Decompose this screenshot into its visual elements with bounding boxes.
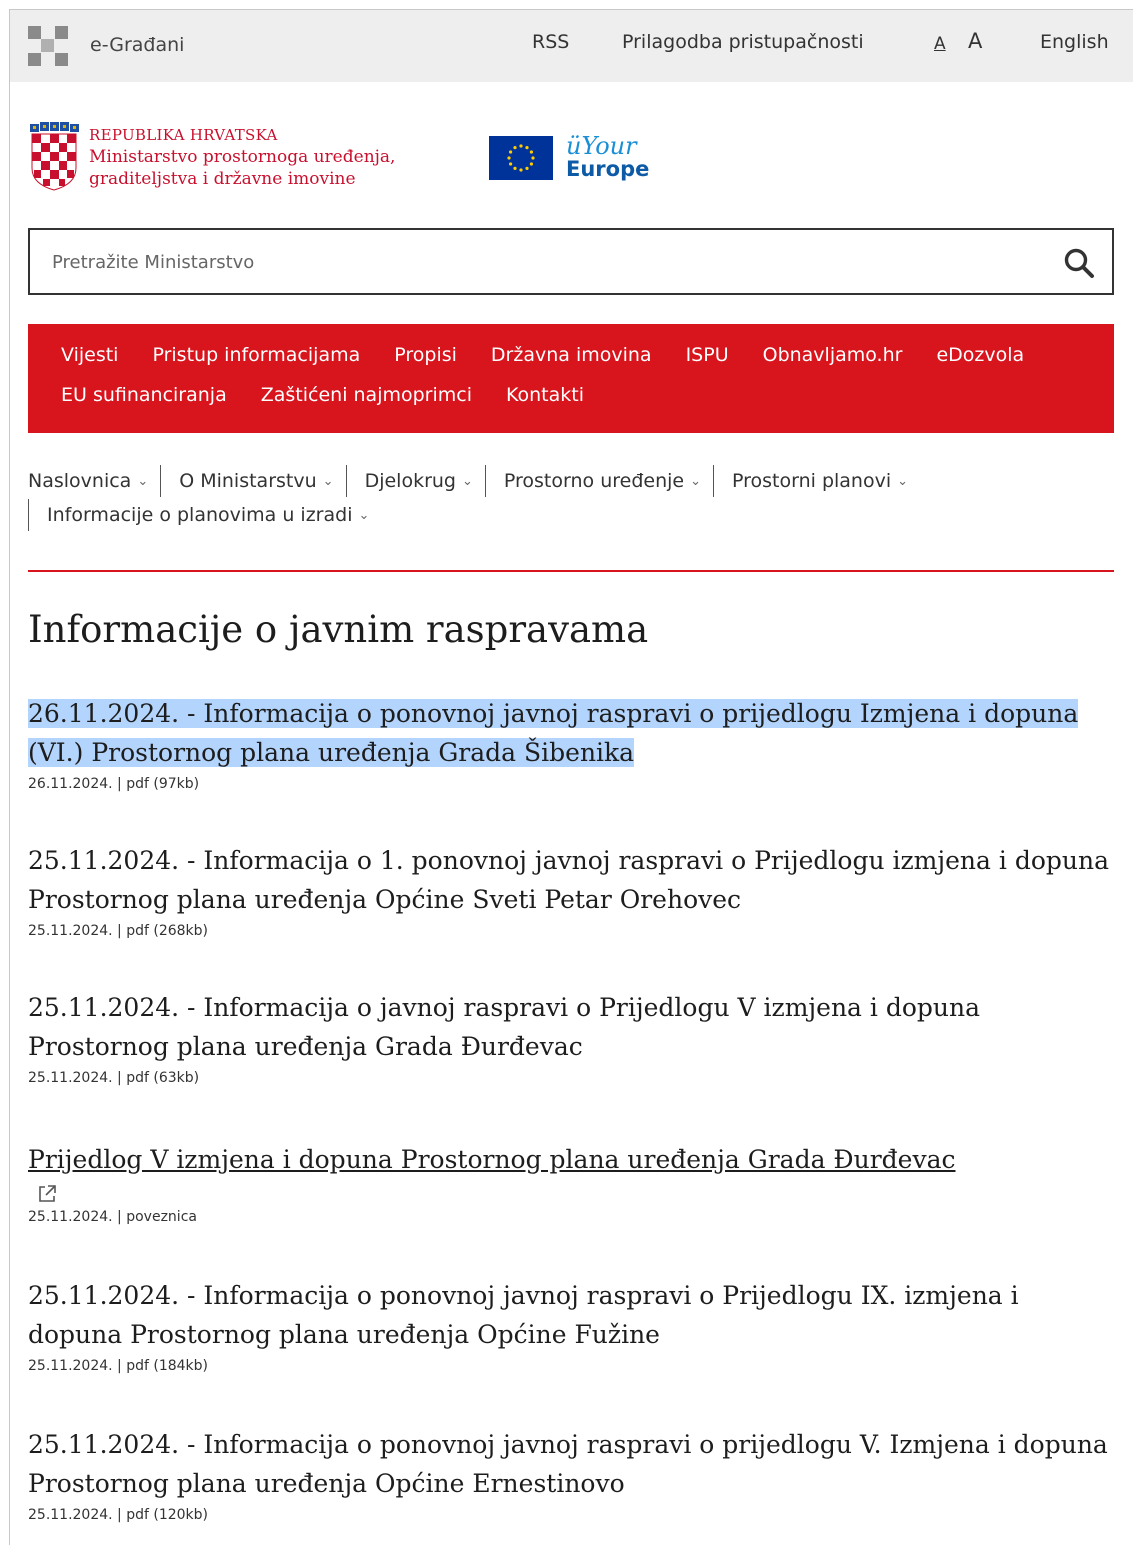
document-link[interactable]: Prijedlog V izmjena i dopuna Prostornog … bbox=[28, 1145, 956, 1174]
document-link[interactable]: 25.11.2024. - Informacija o ponovnoj jav… bbox=[28, 1281, 1019, 1349]
document-meta: 25.11.2024. | pdf (268kb) bbox=[28, 923, 209, 939]
your-europe-line2: Europe bbox=[566, 157, 650, 181]
search-icon[interactable] bbox=[1062, 246, 1096, 280]
list-item: 26.11.2024. - Informacija o ponovnoj jav… bbox=[28, 694, 1118, 841]
list-item: Prijedlog V izmjena i dopuna Prostornog … bbox=[28, 1140, 1118, 1276]
egradani-link[interactable]: e-Građani bbox=[90, 34, 184, 56]
top-bar: e-Građani RSS Prilagodba pristupačnosti … bbox=[10, 10, 1133, 82]
breadcrumb-label: Informacije o planovima u izradi bbox=[47, 504, 353, 526]
chevron-down-icon: ⌄ bbox=[690, 473, 701, 489]
search-input[interactable] bbox=[52, 248, 1032, 276]
breadcrumb-label: Prostorni planovi bbox=[731, 470, 892, 492]
breadcrumb-item-naslovnica[interactable]: Naslovnica ⌄ bbox=[28, 465, 160, 497]
breadcrumb: Naslovnica ⌄ O Ministarstvu ⌄ Djelokrug ⌄ P… bbox=[28, 464, 1114, 532]
menu-item-edozvola[interactable]: eDozvola bbox=[936, 344, 1024, 384]
document-meta: 25.11.2024. | pdf (63kb) bbox=[28, 1070, 200, 1086]
ministry-name-line2: graditeljstva i državne imovine bbox=[89, 169, 356, 189]
chevron-down-icon: ⌄ bbox=[358, 507, 370, 523]
breadcrumb-label: Naslovnica bbox=[28, 470, 132, 492]
font-size-small-button[interactable]: A bbox=[934, 34, 946, 54]
menu-item-zasticeni-najmoprimci[interactable]: Zaštićeni najmoprimci bbox=[261, 384, 472, 424]
list-item: 25.11.2024. - Informacija o ponovnoj jav… bbox=[28, 1276, 1118, 1425]
menu-item-vijesti[interactable]: Vijesti bbox=[61, 344, 118, 384]
document-link[interactable]: 25.11.2024. - Informacija o 1. ponovnoj … bbox=[28, 846, 1109, 914]
ministry-name[interactable]: REPUBLIKA HRVATSKA Ministarstvo prostorn… bbox=[89, 124, 395, 190]
divider bbox=[28, 570, 1114, 572]
accessibility-link[interactable]: Prilagodba pristupačnosti bbox=[622, 31, 864, 53]
document-link[interactable]: 25.11.2024. - Informacija o ponovnoj jav… bbox=[28, 1430, 1108, 1498]
chevron-down-icon: ⌄ bbox=[897, 473, 909, 489]
menu-item-kontakti[interactable]: Kontakti bbox=[506, 384, 584, 424]
menu-item-pristup-informacijama[interactable]: Pristup informacijama bbox=[152, 344, 360, 384]
search-box bbox=[28, 228, 1114, 295]
menu-item-drzavna-imovina[interactable]: Državna imovina bbox=[491, 344, 652, 384]
document-meta: 25.11.2024. | poveznica bbox=[28, 1209, 197, 1225]
eu-flag-icon[interactable] bbox=[489, 136, 553, 180]
document-link[interactable]: 26.11.2024. - Informacija o ponovnoj jav… bbox=[28, 699, 1079, 767]
breadcrumb-label: O Ministarstvu bbox=[179, 470, 317, 492]
chevron-down-icon: ⌄ bbox=[137, 473, 149, 489]
main-menu-row: Vijesti Pristup informacijama Propisi Dr… bbox=[61, 344, 1114, 384]
document-list: 26.11.2024. - Informacija o ponovnoj jav… bbox=[28, 694, 1118, 1523]
menu-item-ispu[interactable]: ISPU bbox=[686, 344, 729, 384]
document-meta: 25.11.2024. | pdf (120kb) bbox=[28, 1507, 209, 1523]
rss-link[interactable]: RSS bbox=[532, 31, 569, 53]
page-title: Informacije o javnim raspravama bbox=[28, 608, 649, 651]
list-item: 25.11.2024. - Informacija o 1. ponovnoj … bbox=[28, 841, 1118, 988]
chevron-down-icon: ⌄ bbox=[461, 473, 473, 489]
main-menu-row: EU sufinanciranja Zaštićeni najmoprimci … bbox=[61, 384, 1114, 424]
menu-item-eu-sufinanciranja[interactable]: EU sufinanciranja bbox=[61, 384, 227, 424]
breadcrumb-item-informacije-o-planovima[interactable]: Informacije o planovima u izradi ⌄ bbox=[28, 499, 381, 531]
browser-page: e-Građani RSS Prilagodba pristupačnosti … bbox=[9, 9, 1133, 1545]
croatian-coat-of-arms-icon[interactable] bbox=[28, 122, 80, 192]
breadcrumb-label: Prostorno uređenje bbox=[503, 470, 685, 492]
list-item: 25.11.2024. - Informacija o ponovnoj jav… bbox=[28, 1425, 1118, 1523]
language-link[interactable]: English bbox=[1040, 31, 1109, 53]
menu-item-propisi[interactable]: Propisi bbox=[394, 344, 457, 384]
your-europe-logo[interactable]: üYour Europe bbox=[566, 134, 649, 180]
main-menu: Vijesti Pristup informacijama Propisi Dr… bbox=[28, 324, 1114, 433]
document-meta: 25.11.2024. | pdf (184kb) bbox=[28, 1358, 209, 1374]
chevron-down-icon: ⌄ bbox=[322, 473, 334, 489]
breadcrumb-item-prostorni-planovi[interactable]: Prostorni planovi ⌄ bbox=[712, 465, 920, 497]
breadcrumb-item-prostorno-uredenje[interactable]: Prostorno uređenje ⌄ bbox=[484, 465, 713, 497]
external-link-icon[interactable] bbox=[36, 1183, 58, 1205]
breadcrumb-label: Djelokrug bbox=[364, 470, 456, 492]
your-europe-line1: üYour bbox=[566, 132, 637, 160]
country-name: REPUBLIKA HRVATSKA bbox=[89, 126, 278, 144]
breadcrumb-item-o-ministarstvu[interactable]: O Ministarstvu ⌄ bbox=[160, 465, 345, 497]
menu-item-obnavljamo[interactable]: Obnavljamo.hr bbox=[763, 344, 903, 384]
document-meta: 26.11.2024. | pdf (97kb) bbox=[28, 776, 200, 792]
font-size-large-button[interactable]: A bbox=[968, 29, 982, 53]
breadcrumb-item-djelokrug[interactable]: Djelokrug ⌄ bbox=[345, 465, 485, 497]
document-link[interactable]: 25.11.2024. - Informacija o javnoj raspr… bbox=[28, 993, 980, 1061]
list-item: 25.11.2024. - Informacija o javnoj raspr… bbox=[28, 988, 1118, 1140]
ministry-name-line1: Ministarstvo prostornoga uređenja, bbox=[89, 147, 396, 167]
egradani-logo-icon[interactable] bbox=[28, 26, 68, 66]
